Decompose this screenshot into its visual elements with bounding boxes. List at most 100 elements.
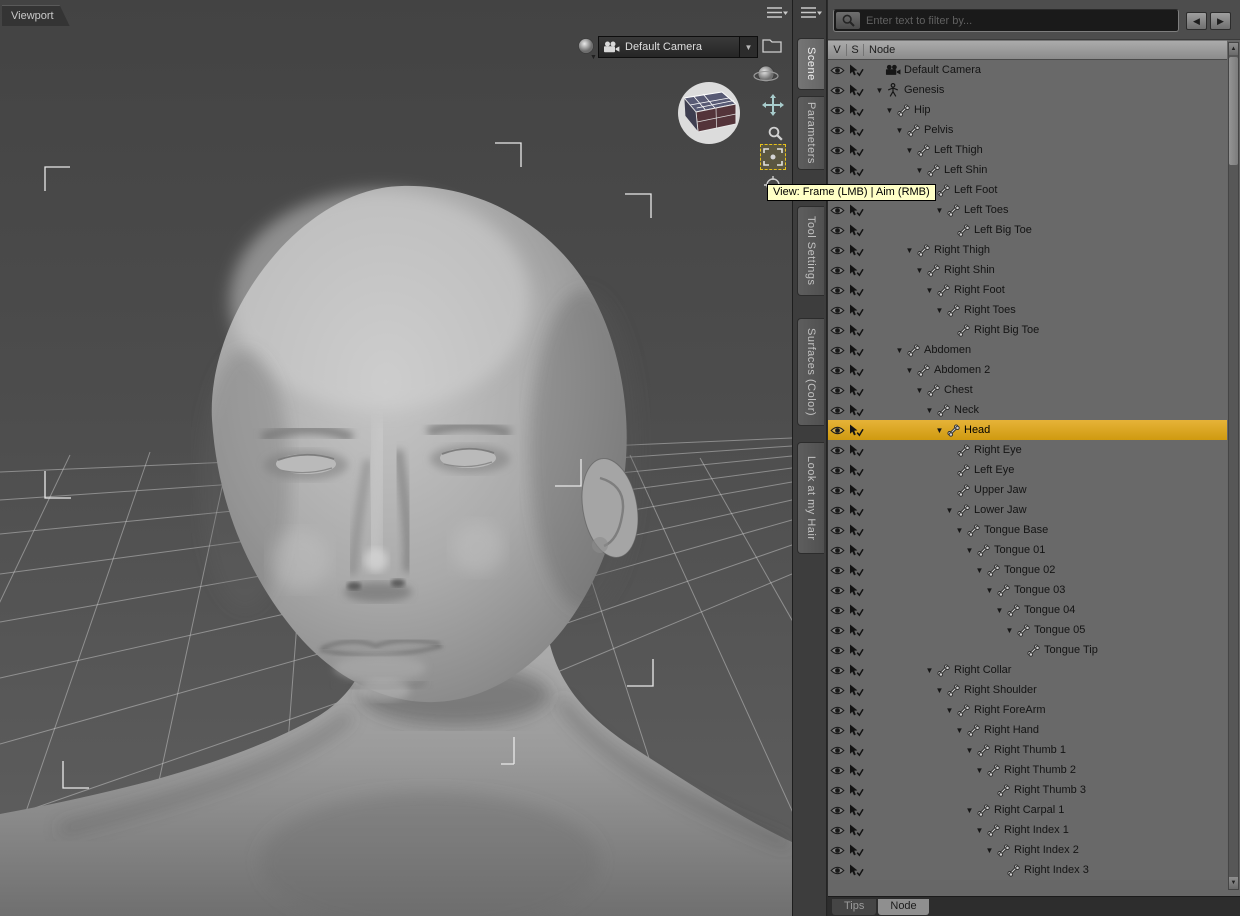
viewport-pane-menu-icon[interactable]	[766, 6, 788, 25]
tree-row-right-big-toe[interactable]: Right Big Toe	[828, 320, 1227, 340]
tree-row-neck[interactable]: ▼Neck	[828, 400, 1227, 420]
node-label[interactable]: Right Index 3	[1021, 864, 1089, 876]
expand-collapse-arrow-icon[interactable]: ▼	[934, 306, 945, 315]
view-orientation-cube[interactable]	[670, 80, 748, 153]
visibility-eye-icon[interactable]	[828, 125, 847, 136]
selectable-cursor-icon[interactable]	[847, 264, 864, 277]
selectable-cursor-icon[interactable]	[847, 564, 864, 577]
node-label[interactable]: Tongue 02	[1001, 564, 1055, 576]
tree-row-genesis[interactable]: ▼Genesis	[828, 80, 1227, 100]
expand-collapse-arrow-icon[interactable]: ▼	[904, 366, 915, 375]
visibility-eye-icon[interactable]	[828, 325, 847, 336]
node-label[interactable]: Right Big Toe	[971, 324, 1039, 336]
node-label[interactable]: Neck	[951, 404, 979, 416]
expand-collapse-arrow-icon[interactable]: ▼	[974, 566, 985, 575]
visibility-eye-icon[interactable]	[828, 585, 847, 596]
scene-filter-input[interactable]	[860, 15, 1178, 27]
selectable-cursor-icon[interactable]	[847, 524, 864, 537]
tree-row-default-camera[interactable]: Default Camera	[828, 60, 1227, 80]
selectable-cursor-icon[interactable]	[847, 404, 864, 417]
expand-collapse-arrow-icon[interactable]: ▼	[874, 86, 885, 95]
node-label[interactable]: Right Shoulder	[961, 684, 1037, 696]
next-selection-button[interactable]: ▶	[1210, 12, 1231, 30]
visibility-eye-icon[interactable]	[828, 305, 847, 316]
tree-row-right-index-1[interactable]: ▼Right Index 1	[828, 820, 1227, 840]
visibility-eye-icon[interactable]	[828, 245, 847, 256]
selectable-cursor-icon[interactable]	[847, 224, 864, 237]
visibility-eye-icon[interactable]	[828, 805, 847, 816]
visibility-eye-icon[interactable]	[828, 765, 847, 776]
visibility-eye-icon[interactable]	[828, 485, 847, 496]
tree-row-tongue-01[interactable]: ▼Tongue 01	[828, 540, 1227, 560]
bottom-tab-tips[interactable]: Tips	[832, 899, 876, 915]
expand-collapse-arrow-icon[interactable]: ▼	[944, 506, 955, 515]
expand-collapse-arrow-icon[interactable]: ▼	[984, 586, 995, 595]
expand-collapse-arrow-icon[interactable]: ▼	[964, 746, 975, 755]
node-label[interactable]: Right Thumb 1	[991, 744, 1066, 756]
side-tab-look-at-my-hair[interactable]: Look at my Hair	[797, 442, 824, 554]
selectable-cursor-icon[interactable]	[847, 604, 864, 617]
visibility-eye-icon[interactable]	[828, 145, 847, 156]
visibility-eye-icon[interactable]	[828, 665, 847, 676]
tree-row-right-thigh[interactable]: ▼Right Thigh	[828, 240, 1227, 260]
visibility-eye-icon[interactable]	[828, 545, 847, 556]
tree-row-tongue-05[interactable]: ▼Tongue 05	[828, 620, 1227, 640]
selectable-cursor-icon[interactable]	[847, 664, 864, 677]
side-tab-parameters[interactable]: Parameters	[797, 96, 824, 170]
selectable-cursor-icon[interactable]	[847, 344, 864, 357]
tree-row-tongue-tip[interactable]: Tongue Tip	[828, 640, 1227, 660]
selectable-cursor-icon[interactable]	[847, 384, 864, 397]
node-label[interactable]: Tongue 05	[1031, 624, 1085, 636]
side-tab-surfaces-color-[interactable]: Surfaces (Color)	[797, 318, 824, 426]
node-label[interactable]: Right Foot	[951, 284, 1005, 296]
previous-selection-button[interactable]: ◀	[1186, 12, 1207, 30]
tree-row-pelvis[interactable]: ▼Pelvis	[828, 120, 1227, 140]
visibility-eye-icon[interactable]	[828, 65, 847, 76]
visibility-eye-icon[interactable]	[828, 365, 847, 376]
visibility-eye-icon[interactable]	[828, 725, 847, 736]
expand-collapse-arrow-icon[interactable]: ▼	[924, 286, 935, 295]
visibility-eye-icon[interactable]	[828, 525, 847, 536]
tree-row-tongue-04[interactable]: ▼Tongue 04	[828, 600, 1227, 620]
tree-row-chest[interactable]: ▼Chest	[828, 380, 1227, 400]
tree-row-abdomen-2[interactable]: ▼ Abdomen 2	[828, 360, 1227, 380]
node-label[interactable]: Right Carpal 1	[991, 804, 1064, 816]
viewport-pane[interactable]: Viewport ▼ Default Camera ▼	[0, 0, 792, 916]
scene-filter-field[interactable]	[833, 9, 1179, 32]
tree-row-right-shoulder[interactable]: ▼Right Shoulder	[828, 680, 1227, 700]
expand-collapse-arrow-icon[interactable]: ▼	[904, 146, 915, 155]
expand-collapse-arrow-icon[interactable]: ▼	[994, 606, 1005, 615]
visibility-eye-icon[interactable]	[828, 225, 847, 236]
tree-row-right-carpal-1[interactable]: ▼Right Carpal 1	[828, 800, 1227, 820]
selectable-cursor-icon[interactable]	[847, 324, 864, 337]
tree-row-hip[interactable]: ▼Hip	[828, 100, 1227, 120]
pane-group-icon[interactable]	[762, 37, 782, 58]
node-label[interactable]: Abdomen 2	[931, 364, 990, 376]
side-tab-tool-settings[interactable]: Tool Settings	[797, 206, 824, 296]
tree-row-left-big-toe[interactable]: Left Big Toe	[828, 220, 1227, 240]
node-label[interactable]: Right Shin	[941, 264, 995, 276]
expand-collapse-arrow-icon[interactable]: ▼	[894, 346, 905, 355]
bottom-tab-node[interactable]: Node	[878, 899, 928, 915]
visibility-eye-icon[interactable]	[828, 505, 847, 516]
node-label[interactable]: Right Index 1	[1001, 824, 1069, 836]
node-label[interactable]: Left Shin	[941, 164, 987, 176]
expand-collapse-arrow-icon[interactable]: ▼	[944, 706, 955, 715]
tree-row-right-shin[interactable]: ▼ Right Shin	[828, 260, 1227, 280]
visibility-eye-icon[interactable]	[828, 85, 847, 96]
node-label[interactable]: Right Eye	[971, 444, 1022, 456]
expand-collapse-arrow-icon[interactable]: ▼	[984, 846, 995, 855]
node-label[interactable]: Head	[961, 424, 990, 436]
node-label[interactable]: Hip	[911, 104, 931, 116]
expand-collapse-arrow-icon[interactable]: ▼	[914, 266, 925, 275]
tree-row-abdomen[interactable]: ▼Abdomen	[828, 340, 1227, 360]
tree-row-right-thumb-1[interactable]: ▼ Right Thumb 1	[828, 740, 1227, 760]
tree-row-tongue-02[interactable]: ▼ Tongue 02	[828, 560, 1227, 580]
camera-selector-dropdown[interactable]: Default Camera ▼	[598, 36, 758, 58]
selectable-cursor-icon[interactable]	[847, 784, 864, 797]
scroll-down-arrow-icon[interactable]: ▼	[1229, 877, 1238, 889]
selectable-cursor-icon[interactable]	[847, 204, 864, 217]
selectable-cursor-icon[interactable]	[847, 724, 864, 737]
expand-collapse-arrow-icon[interactable]: ▼	[964, 546, 975, 555]
node-label[interactable]: Upper Jaw	[971, 484, 1027, 496]
